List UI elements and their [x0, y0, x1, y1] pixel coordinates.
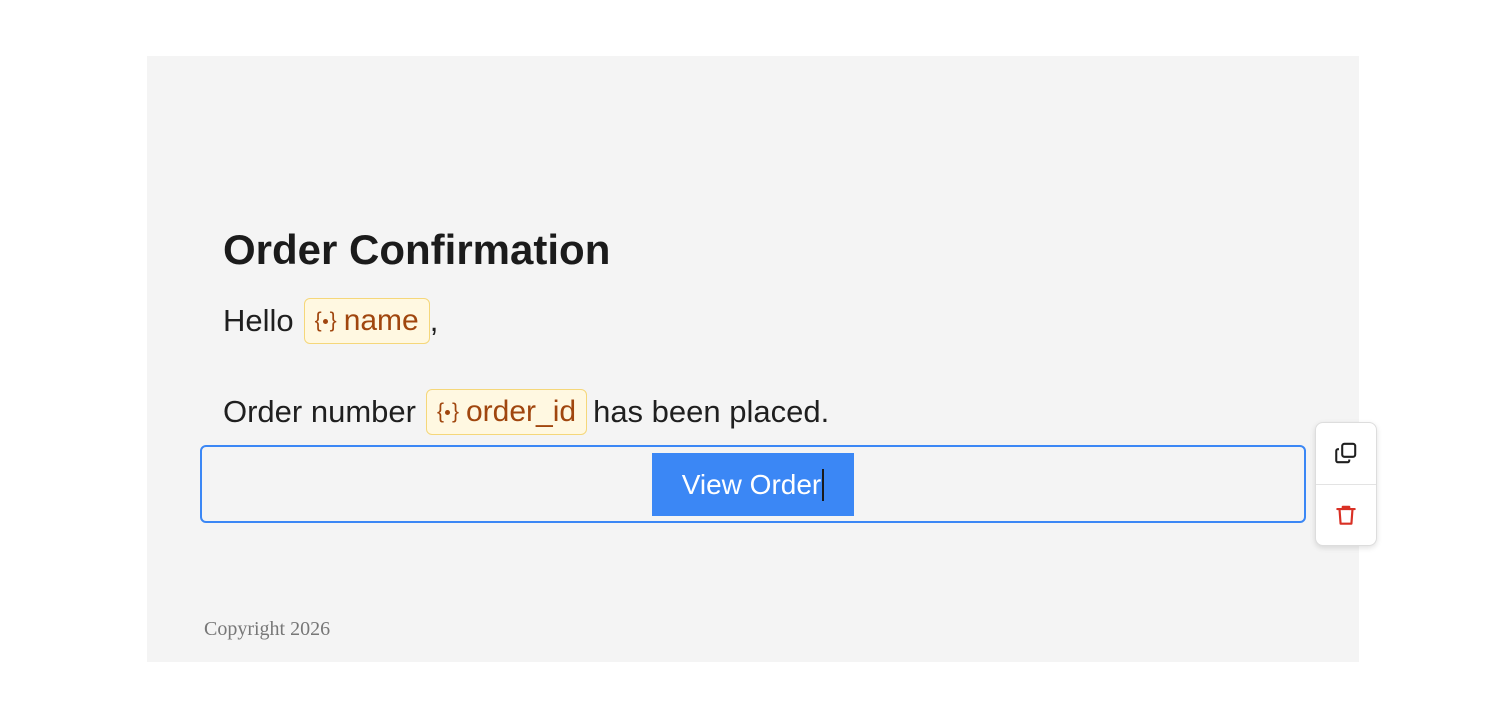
order-line[interactable]: Order number {} order_id has been placed… [223, 389, 829, 435]
variable-chip-label: order_id [466, 395, 577, 428]
footer-copyright[interactable]: Copyright 2026 [204, 618, 330, 641]
greeting-prefix: Hello [223, 303, 294, 338]
order-line-suffix: has been placed. [593, 394, 830, 429]
email-canvas [147, 56, 1359, 662]
variable-chip-name[interactable]: {} name [303, 298, 430, 344]
view-order-button[interactable]: View Order [652, 453, 854, 516]
order-line-prefix: Order number [223, 394, 416, 429]
view-order-button-label[interactable]: View Order [682, 469, 822, 501]
greeting-line[interactable]: Hello {} name , [223, 298, 438, 344]
copy-icon [1335, 443, 1357, 464]
variable-icon: {} [314, 309, 337, 332]
delete-block-button[interactable] [1316, 483, 1376, 546]
greeting-suffix: , [429, 303, 439, 338]
trash-icon [1336, 505, 1356, 525]
block-toolbar [1315, 422, 1377, 546]
variable-chip-order-id[interactable]: {} order_id [425, 389, 588, 435]
selected-button-block[interactable]: View Order [200, 445, 1306, 523]
email-heading[interactable]: Order Confirmation [223, 224, 610, 276]
variable-chip-label: name [343, 304, 419, 337]
variable-icon: {} [436, 400, 459, 423]
duplicate-block-button[interactable] [1316, 423, 1376, 484]
text-cursor [822, 468, 825, 501]
